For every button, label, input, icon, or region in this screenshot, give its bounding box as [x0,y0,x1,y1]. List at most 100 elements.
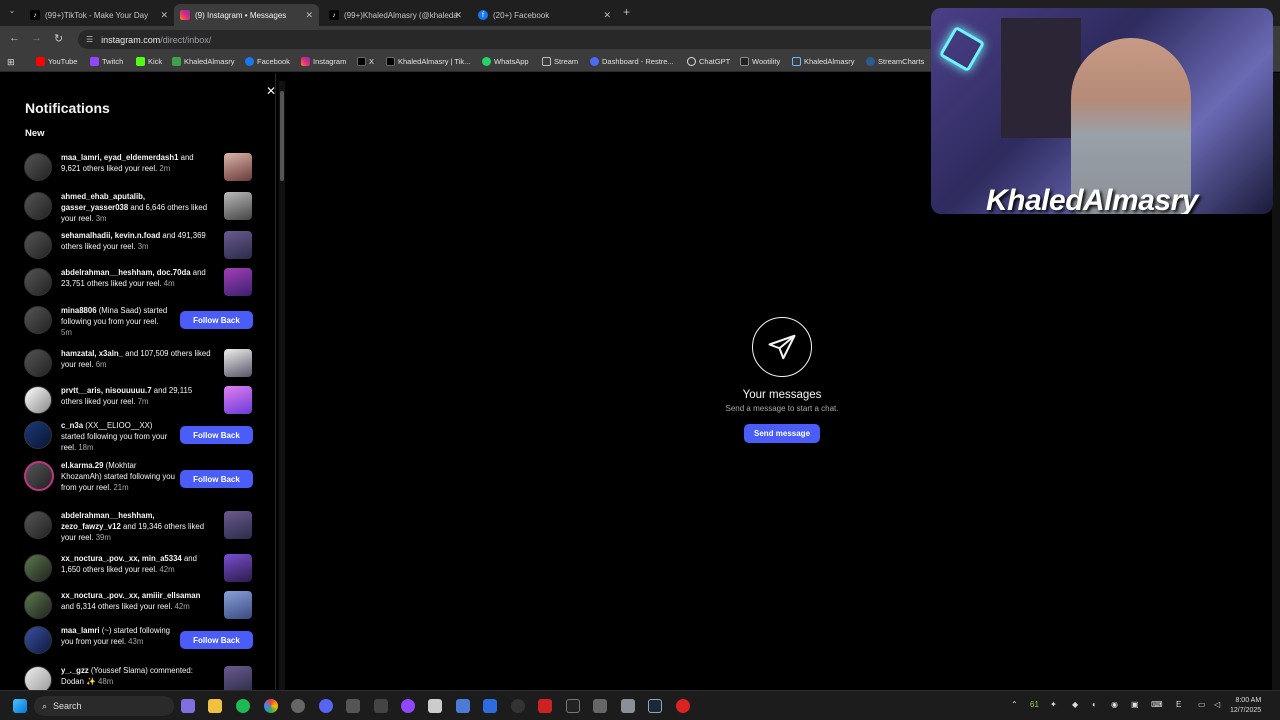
bookmark-youtube[interactable]: YouTube [36,57,77,66]
reel-thumbnail[interactable] [224,268,252,296]
avatar[interactable] [24,192,52,220]
notification-item[interactable]: c_n3a (XX__ELIOO__XX) started following … [24,418,260,454]
reel-thumbnail[interactable] [224,386,252,414]
bookmark-streamcharts[interactable]: StreamCharts [866,57,924,66]
tab-tiktok-profile[interactable]: ♪ (99+)KhaledAlmasry (@khaleda ✕ [323,4,468,26]
bookmark-stream[interactable]: Stream [542,57,578,66]
reel-thumbnail[interactable] [224,192,252,220]
notification-item[interactable]: el.karma.29 (Mokhtar KhozamAh) started f… [24,458,260,502]
clock[interactable]: 8:00 AM 12/7/2025 [1230,696,1261,716]
apps-grid-icon[interactable]: ⊞ [7,57,15,68]
bookmark-kick[interactable]: Kick [136,57,162,66]
avatar[interactable] [24,268,52,296]
bookmark-khaledalmasry[interactable]: KhaledAlmasry [172,57,234,66]
notification-item[interactable]: maa_lamri (~) started following you from… [24,623,260,659]
app-icon[interactable] [483,699,497,713]
send-message-button[interactable]: Send message [744,424,820,443]
notification-item[interactable]: abdelrahman__heshham, doc.70da and 23,75… [24,265,260,301]
back-arrow-icon[interactable]: ← [9,32,20,44]
follow-back-button[interactable]: Follow Back [180,470,253,488]
app-icon[interactable] [346,699,360,713]
app-icon[interactable] [374,699,388,713]
scrollbar-thumb[interactable] [280,91,284,181]
keyboard-icon[interactable]: ⌨ [1151,700,1163,709]
reel-thumbnail[interactable] [224,349,252,377]
notification-item[interactable]: sehamalhadii, kevin.n.foad and 491,369 o… [24,228,260,264]
valorant-icon[interactable] [538,699,552,713]
reel-thumbnail[interactable] [224,666,252,690]
notification-item[interactable]: maa_lamri, eyad_eldemerdash1 and 9,621 o… [24,150,260,186]
tray-app-icon[interactable]: ◉ [1111,700,1118,709]
bookmark-chatgpt[interactable]: ChatGPT [687,57,730,66]
tray-app-icon[interactable]: ◐ [1092,700,1097,709]
chevron-up-icon[interactable]: ⌃ [1011,700,1018,709]
page-scrollbar[interactable] [1272,73,1280,690]
bookmark-twitch[interactable]: Twitch [90,57,123,66]
notification-item[interactable]: prvtt__aris, nisouuuuu.7 and 29,115 othe… [24,383,260,419]
avatar[interactable] [24,591,52,619]
reel-thumbnail[interactable] [224,231,252,259]
follow-back-button[interactable]: Follow Back [180,631,253,649]
app-icon[interactable] [621,699,635,713]
notification-item[interactable]: ahmed_ehab_aputalib, gasser_yasser038 an… [24,189,260,225]
bookmark-instagram[interactable]: Instagram [301,57,346,66]
bookmark-wootility[interactable]: Wootility [740,57,780,66]
bookmark-khaledalmasry-2[interactable]: KhaledAlmasry [792,57,854,66]
new-tab-button[interactable]: + [623,5,630,19]
reel-thumbnail[interactable] [224,554,252,582]
bookmark-tiktok[interactable]: KhaledAlmasry | Tik... [386,57,470,66]
close-tab-icon[interactable]: ✕ [454,10,462,21]
volume-icon[interactable]: ◁ [1214,700,1220,709]
language-indicator[interactable]: E [1176,700,1181,709]
windows-start-icon[interactable] [13,699,27,713]
close-tab-icon[interactable]: ✕ [603,10,611,21]
obs-icon[interactable] [566,699,580,713]
reel-thumbnail[interactable] [224,153,252,181]
bookmark-whatsapp[interactable]: WhatsApp [482,57,529,66]
reel-thumbnail[interactable] [224,511,252,539]
close-tab-icon[interactable]: ✕ [160,10,168,21]
avatar[interactable] [24,554,52,582]
avatar[interactable] [24,349,52,377]
tab-tiktok[interactable]: ♪ (99+)TikTok - Make Your Day ✕ [24,4,174,26]
close-tab-icon[interactable]: ✕ [305,10,313,21]
address-bar[interactable]: ☰ instagram.com/direct/inbox/ [78,30,938,49]
notification-item[interactable]: xx_noctura_.pov._xx, min_a5334 and 1,650… [24,551,260,587]
taskbar-search[interactable]: ⌕ Search [34,696,174,716]
app-icon[interactable] [593,699,607,713]
close-icon[interactable]: ✕ [266,84,275,98]
twitch-icon[interactable] [401,699,415,713]
discord-icon[interactable] [319,699,333,713]
settings-icon[interactable] [291,699,305,713]
avatar[interactable] [24,231,52,259]
tab-search-button[interactable]: ⌄ [5,6,19,20]
tab-instagram[interactable]: (9) Instagram • Messages ✕ [174,4,319,26]
notification-item[interactable]: hamzatal, x3aln_ and 107,509 others like… [24,346,260,382]
tab-facebook[interactable]: f (20+) Facebook ✕ [472,4,617,26]
reload-icon[interactable]: ↻ [54,32,63,45]
spotify-icon[interactable] [236,699,250,713]
notification-item[interactable]: y_._gzz (Youssef Slama) commented: Dodan… [24,663,260,690]
reel-thumbnail[interactable] [224,591,252,619]
avatar[interactable] [24,626,52,654]
copilot-icon[interactable] [181,699,195,713]
app-icon[interactable] [428,699,442,713]
network-icon[interactable]: ▭ [1198,700,1206,709]
gamepad-icon[interactable] [456,699,470,713]
app-icon[interactable] [676,699,690,713]
tray-app-icon[interactable]: ◆ [1072,700,1078,709]
avatar[interactable] [24,461,54,491]
avatar[interactable] [24,386,52,414]
tray-app-icon[interactable]: ▣ [1131,700,1139,709]
avatar[interactable] [24,511,52,539]
bookmark-facebook[interactable]: Facebook [245,57,290,66]
avatar[interactable] [24,666,52,690]
notification-item[interactable]: mina8806 (Mina Saad) started following y… [24,303,260,339]
follow-back-button[interactable]: Follow Back [180,426,253,444]
avatar[interactable] [24,421,52,449]
file-explorer-icon[interactable] [208,699,222,713]
bookmark-x[interactable]: X [357,57,374,66]
steam-icon[interactable] [648,699,662,713]
notifications-scrollbar[interactable] [279,81,285,691]
avatar[interactable] [24,306,52,334]
